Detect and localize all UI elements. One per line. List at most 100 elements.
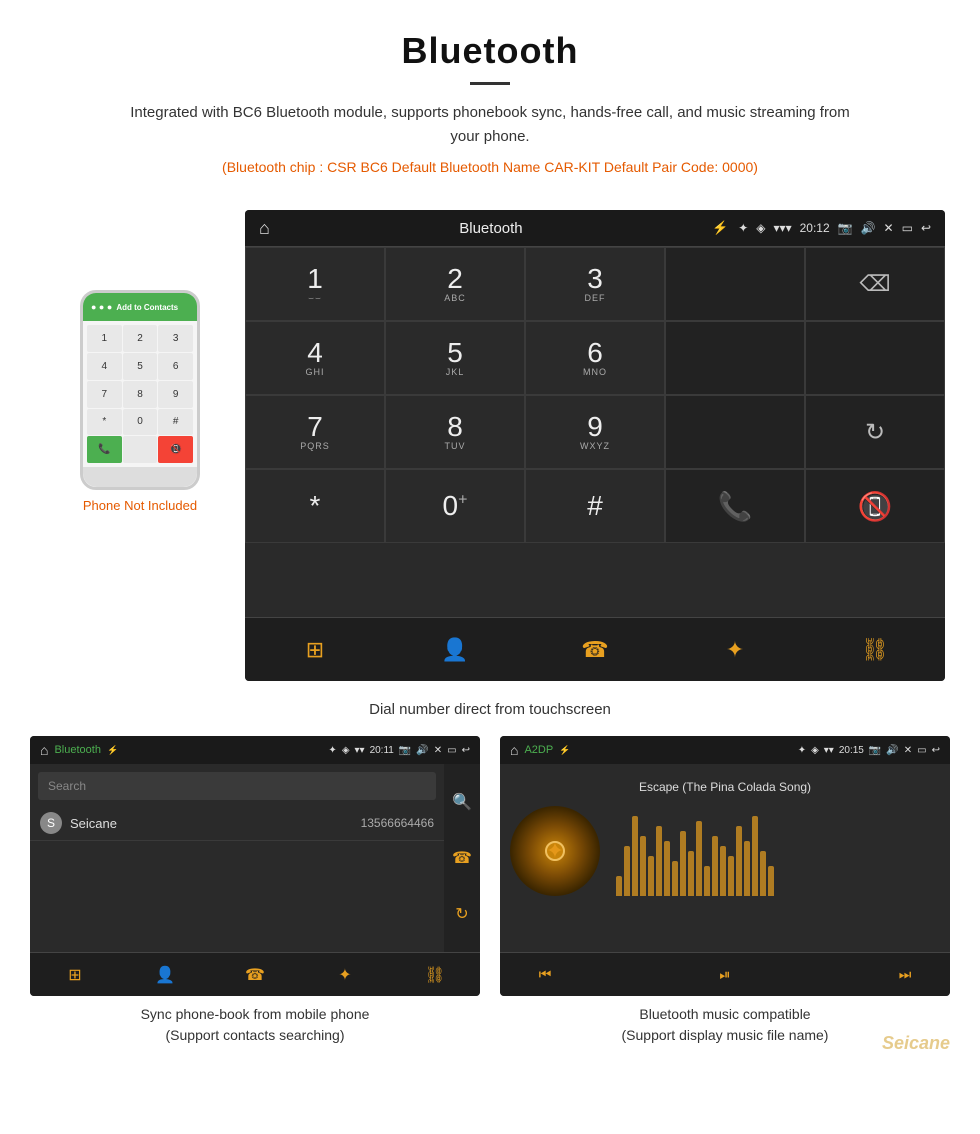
bluetooth-status-icon: ✦ — [738, 221, 748, 235]
key-5[interactable]: 5 JKL — [385, 321, 525, 395]
empty-cell-2 — [805, 321, 945, 395]
eq-bar — [640, 836, 646, 896]
music-content: Escape (The Pina Colada Song) ♪ ✦ — [500, 764, 950, 904]
key-1[interactable]: 1 ⌣⌣ — [245, 247, 385, 321]
phone-aside: ● ● ● Add to Contacts 1 2 3 4 5 6 7 8 9 … — [35, 210, 245, 513]
nav-contacts[interactable]: 👤 — [385, 618, 525, 681]
music-status-icons: ✦ ◈ ▾▾ 20:15 📷 🔊 ✕ ▭ ↩ — [798, 745, 940, 756]
music-caption: Bluetooth music compatible (Support disp… — [622, 1004, 829, 1046]
pb-phone-icon: ☎ — [245, 965, 265, 985]
backspace-cell[interactable]: ⌫ — [805, 247, 945, 321]
next-track-icon: ⏭ — [899, 966, 912, 983]
eq-bar — [632, 816, 638, 896]
display-area — [665, 247, 805, 321]
phonebook-home-icon[interactable]: ⌂ — [40, 742, 48, 758]
phone-not-included-label: Phone Not Included — [83, 498, 197, 513]
key-6[interactable]: 6 MNO — [525, 321, 665, 395]
pb-nav-dialpad[interactable]: ⊞ — [30, 953, 120, 996]
call-button[interactable]: 📞 — [665, 469, 805, 543]
pb-nav-phone[interactable]: ☎ — [210, 953, 300, 996]
phonebook-title: Bluetooth — [54, 744, 100, 756]
phonebook-block: ⌂ Bluetooth ⚡ ✦ ◈ ▾▾ 20:11 📷 🔊 ✕ ▭ ↩ — [30, 736, 480, 1046]
key-star[interactable]: * — [245, 469, 385, 543]
key-hash[interactable]: # — [525, 469, 665, 543]
contacts-icon: 👤 — [441, 637, 468, 663]
screen-title: Bluetooth — [280, 220, 702, 237]
page-title: Bluetooth — [20, 30, 960, 72]
phonebook-search-icon[interactable]: 🔍 — [452, 792, 472, 812]
phonebook-action-icons: 🔍 ☎ ↻ — [444, 764, 480, 952]
refresh-cell[interactable]: ↻ — [805, 395, 945, 469]
eq-bar — [728, 856, 734, 896]
eq-bar — [744, 841, 750, 896]
home-icon[interactable]: ⌂ — [259, 218, 270, 239]
phone-screen: 1 2 3 4 5 6 7 8 9 * 0 # 📞 📵 — [83, 321, 197, 467]
music-status-bar: ⌂ A2DP ⚡ ✦ ◈ ▾▾ 20:15 📷 🔊 ✕ ▭ ↩ — [500, 736, 950, 764]
music-block: ⌂ A2DP ⚡ ✦ ◈ ▾▾ 20:15 📷 🔊 ✕ ▭ ↩ — [500, 736, 950, 1046]
play-pause-icon: ⏯ — [719, 966, 730, 983]
end-call-button[interactable]: 📵 — [805, 469, 945, 543]
pb-contacts-icon: 👤 — [155, 965, 175, 985]
link-icon: ⛓ — [861, 637, 889, 663]
phonebook-status-icons: ✦ ◈ ▾▾ 20:11 📷 🔊 ✕ ▭ ↩ — [328, 745, 470, 756]
nav-dialpad[interactable]: ⊞ — [245, 618, 385, 681]
refresh-icon: ↻ — [865, 418, 885, 447]
page-specs: (Bluetooth chip : CSR BC6 Default Blueto… — [100, 155, 880, 180]
phonebook-search-bar[interactable]: Search — [38, 772, 436, 800]
dial-screen: ⌂ Bluetooth ⚡ ✦ ◈ ▾▾▾ 20:12 📷 🔊 ✕ ▭ ↩ 1 … — [245, 210, 945, 681]
contact-name: Seicane — [70, 816, 361, 831]
eq-bar — [696, 821, 702, 896]
empty-cell-3 — [665, 395, 805, 469]
nav-link[interactable]: ⛓ — [805, 618, 945, 681]
phonebook-refresh-icon[interactable]: ↻ — [455, 904, 468, 924]
key-0[interactable]: 0+ — [385, 469, 525, 543]
key-8[interactable]: 8 TUV — [385, 395, 525, 469]
pb-nav-contacts[interactable]: 👤 — [120, 953, 210, 996]
eq-bar — [760, 851, 766, 896]
time-display: 20:12 — [800, 221, 830, 235]
nav-bluetooth[interactable]: ✦ — [665, 618, 805, 681]
key-2[interactable]: 2 ABC — [385, 247, 525, 321]
status-bar: ⌂ Bluetooth ⚡ ✦ ◈ ▾▾▾ 20:12 📷 🔊 ✕ ▭ ↩ — [245, 210, 945, 246]
pb-nav-link[interactable]: ⛓ — [390, 953, 480, 996]
back-icon[interactable]: ↩ — [921, 221, 931, 235]
volume-icon: 🔊 — [861, 221, 876, 235]
signal-icon: ▾▾▾ — [774, 221, 792, 235]
phonebook-bottom-nav: ⊞ 👤 ☎ ✦ ⛓ — [30, 952, 480, 996]
camera-icon: 📷 — [838, 221, 853, 235]
music-nav-empty1 — [590, 953, 680, 996]
nav-phone[interactable]: ☎ — [525, 618, 665, 681]
phonebook-call-icon[interactable]: ☎ — [452, 848, 472, 868]
key-9[interactable]: 9 WXYZ — [525, 395, 665, 469]
window-icon[interactable]: ▭ — [902, 221, 913, 235]
music-nav-playpause[interactable]: ⏯ — [680, 953, 770, 996]
music-bottom-nav: ⏮ ⏯ ⏭ — [500, 952, 950, 996]
call-red-icon: 📵 — [858, 490, 893, 523]
prev-track-icon: ⏮ — [539, 966, 552, 983]
eq-bar — [688, 851, 694, 896]
eq-bar — [752, 816, 758, 896]
eq-bar — [648, 856, 654, 896]
bottom-nav: ⊞ 👤 ☎ ✦ ⛓ — [245, 617, 945, 681]
key-4[interactable]: 4 GHI — [245, 321, 385, 395]
music-disc: ♪ ✦ — [510, 806, 600, 896]
eq-bar — [704, 866, 710, 896]
phonebook-content: Search S Seicane 13566664466 🔍 ☎ ↻ — [30, 764, 480, 952]
pb-bluetooth-icon: ✦ — [338, 965, 351, 985]
music-nav-next[interactable]: ⏭ — [860, 953, 950, 996]
pb-nav-bluetooth[interactable]: ✦ — [300, 953, 390, 996]
close-icon[interactable]: ✕ — [884, 221, 894, 235]
key-3[interactable]: 3 DEF — [525, 247, 665, 321]
key-7[interactable]: 7 PQRS — [245, 395, 385, 469]
dial-caption: Dial number direct from touchscreen — [0, 691, 980, 736]
pb-link-icon: ⛓ — [425, 965, 445, 985]
contact-entry-seicane[interactable]: S Seicane 13566664466 — [30, 806, 444, 841]
music-home-icon[interactable]: ⌂ — [510, 742, 518, 758]
contact-avatar: S — [40, 812, 62, 834]
phonebook-status-bar: ⌂ Bluetooth ⚡ ✦ ◈ ▾▾ 20:11 📷 🔊 ✕ ▭ ↩ — [30, 736, 480, 764]
phonebook-screen: ⌂ Bluetooth ⚡ ✦ ◈ ▾▾ 20:11 📷 🔊 ✕ ▭ ↩ — [30, 736, 480, 996]
phonebook-left: Search S Seicane 13566664466 — [30, 764, 444, 952]
eq-bar — [656, 826, 662, 896]
page-header: Bluetooth Integrated with BC6 Bluetooth … — [0, 0, 980, 210]
music-nav-prev[interactable]: ⏮ — [500, 953, 590, 996]
